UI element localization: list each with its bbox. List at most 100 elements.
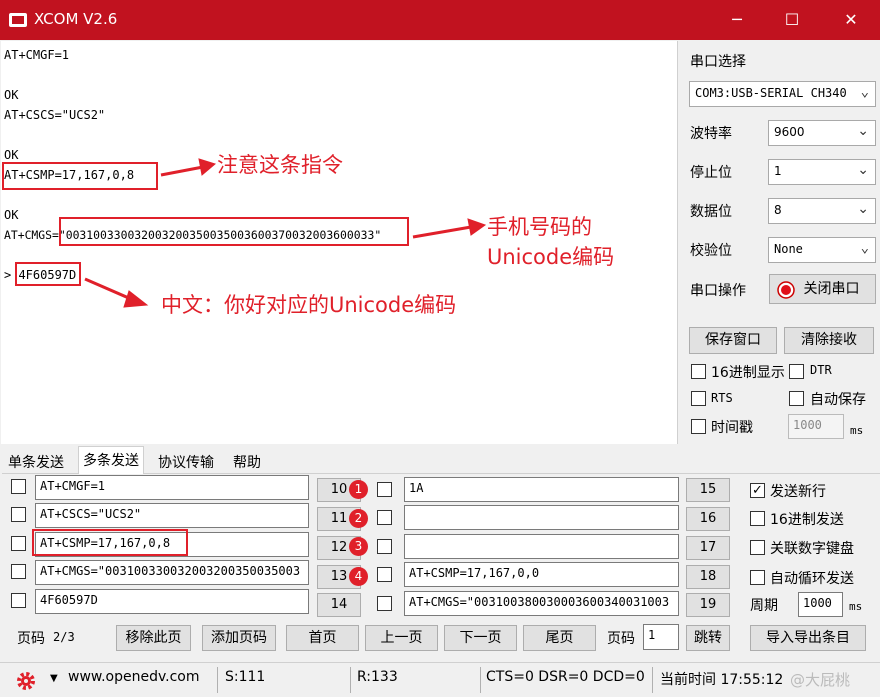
parity-select[interactable]: None ⌄ — [768, 237, 876, 263]
timestamp-interval-input[interactable]: 1000 — [788, 414, 844, 439]
send-text-input[interactable]: 1A — [404, 477, 679, 502]
chevron-down-icon: ⌄ — [857, 201, 869, 217]
send-row-button[interactable]: 16 — [686, 507, 730, 531]
remove-page-button[interactable]: 移除此页 — [116, 625, 191, 651]
dtr-label: DTR — [810, 363, 832, 377]
period-unit: ms — [849, 600, 863, 613]
auto-save-label: 自动保存 — [810, 392, 866, 408]
dtr-checkbox[interactable] — [789, 364, 804, 379]
baud-value: 9600 — [774, 125, 805, 139]
step-badge: 4 — [349, 567, 368, 586]
menu-arrow-icon[interactable]: ▼ — [50, 673, 58, 684]
send-text-input[interactable] — [404, 505, 679, 530]
row-checkbox[interactable] — [377, 482, 392, 497]
rts-label: RTS — [711, 391, 733, 405]
hex-display-label: 16进制显示 — [711, 365, 785, 381]
page-label: 页码 — [17, 631, 45, 647]
goto-page-label: 页码 — [607, 631, 635, 647]
app-icon — [9, 13, 27, 27]
stop-value: 1 — [774, 164, 782, 178]
close-button[interactable]: ✕ — [828, 0, 874, 40]
send-row-button[interactable]: 15 — [686, 478, 730, 502]
baud-select[interactable]: 9600 ⌄ — [768, 120, 876, 146]
row-checkbox[interactable] — [11, 536, 26, 551]
data-bits-label: 数据位 — [690, 204, 732, 220]
last-page-button[interactable]: 尾页 — [523, 625, 596, 651]
row-checkbox[interactable] — [377, 596, 392, 611]
send-text-input[interactable]: AT+CMGF=1 — [35, 475, 309, 500]
row-checkbox[interactable] — [11, 593, 26, 608]
save-window-button[interactable]: 保存窗口 — [689, 327, 777, 354]
send-text-input[interactable]: AT+CSCS="UCS2" — [35, 503, 309, 528]
send-text-input[interactable]: AT+CMGS="003100330032003200350035003 — [35, 560, 309, 585]
hex-display-checkbox[interactable] — [691, 364, 706, 379]
tab-single-send[interactable]: 单条发送 — [4, 449, 68, 474]
port-select[interactable]: COM3:USB-SERIAL CH340 ⌄ — [689, 81, 876, 107]
current-time: 当前时间 17:55:12 — [660, 672, 784, 688]
stop-label: 停止位 — [690, 165, 732, 181]
row-checkbox[interactable] — [377, 510, 392, 525]
hex-send-checkbox[interactable] — [750, 511, 765, 526]
prev-page-button[interactable]: 上一页 — [365, 625, 438, 651]
stop-select[interactable]: 1 ⌄ — [768, 159, 876, 185]
period-label: 周期 — [750, 598, 778, 614]
next-page-button[interactable]: 下一页 — [444, 625, 517, 651]
baud-label: 波特率 — [690, 126, 732, 142]
step-badge: 3 — [349, 537, 368, 556]
send-text-input[interactable]: AT+CMGS="003100380030003600340031003 — [404, 591, 679, 616]
timestamp-label: 时间戳 — [711, 420, 753, 436]
gear-icon[interactable] — [16, 671, 36, 691]
port-label: 串口选择 — [690, 54, 746, 70]
maximize-button[interactable]: ☐ — [769, 0, 815, 40]
import-export-button[interactable]: 导入导出条目 — [750, 625, 866, 651]
website-link[interactable]: www.openedv.com — [68, 669, 200, 685]
parity-value: None — [774, 242, 803, 256]
title-bar[interactable]: XCOM V2.6 ─ ☐ ✕ — [0, 0, 880, 40]
port-value: COM3:USB-SERIAL CH340 — [695, 86, 847, 100]
jump-button[interactable]: 跳转 — [686, 625, 730, 651]
row-checkbox[interactable] — [11, 564, 26, 579]
line-status: CTS=0 DSR=0 DCD=0 — [486, 669, 645, 685]
clear-receive-button[interactable]: 清除接收 — [784, 327, 874, 354]
timestamp-unit: ms — [850, 424, 864, 437]
status-separator — [480, 667, 481, 693]
tab-multi-send[interactable]: 多条发送 — [78, 446, 144, 474]
watermark: @大屁桃 — [790, 671, 851, 689]
send-row-button[interactable]: 19 — [686, 593, 730, 617]
send-row-button[interactable]: 18 — [686, 565, 730, 589]
tab-help[interactable]: 帮助 — [229, 449, 265, 474]
add-page-button[interactable]: 添加页码 — [202, 625, 276, 651]
send-text-input[interactable]: 4F60597D — [35, 589, 309, 614]
annotation-text: 手机号码的Unicode编码 — [487, 215, 615, 269]
row-checkbox[interactable] — [11, 507, 26, 522]
chevron-down-icon: ⌄ — [860, 84, 869, 100]
annotation-text: 注意这条指令 — [217, 153, 343, 177]
row-checkbox[interactable] — [377, 567, 392, 582]
period-input[interactable]: 1000 — [798, 592, 843, 617]
goto-page-input[interactable]: 1 — [643, 624, 679, 650]
close-port-label: 关闭串口 — [803, 281, 860, 297]
send-row-button[interactable]: 17 — [686, 536, 730, 560]
sent-count: S:111 — [225, 669, 266, 685]
row-checkbox[interactable] — [11, 479, 26, 494]
tab-protocol[interactable]: 协议传输 — [154, 449, 218, 474]
send-text-input[interactable] — [404, 534, 679, 559]
send-text-input[interactable]: AT+CSMP=17,167,0,0 — [404, 562, 679, 587]
rts-checkbox[interactable] — [691, 391, 706, 406]
data-bits-select[interactable]: 8 ⌄ — [768, 198, 876, 224]
link-keypad-checkbox[interactable] — [750, 540, 765, 555]
auto-save-checkbox[interactable] — [789, 391, 804, 406]
timestamp-checkbox[interactable] — [691, 419, 706, 434]
row-checkbox[interactable] — [377, 539, 392, 554]
auto-loop-checkbox[interactable] — [750, 570, 765, 585]
record-icon — [777, 281, 795, 299]
step-badge: 2 — [349, 509, 368, 528]
port-op-label: 串口操作 — [690, 283, 746, 299]
minimize-button[interactable]: ─ — [714, 0, 760, 40]
receive-area[interactable]: AT+CMGF=1 OK AT+CSCS="UCS2" OK AT+CSMP=1… — [1, 41, 678, 444]
highlight-box — [32, 529, 188, 556]
send-row-button[interactable]: 14 — [317, 593, 361, 617]
send-newline-checkbox[interactable]: ✓ — [750, 483, 765, 498]
first-page-button[interactable]: 首页 — [286, 625, 359, 651]
close-port-button[interactable]: 关闭串口 — [769, 274, 876, 304]
